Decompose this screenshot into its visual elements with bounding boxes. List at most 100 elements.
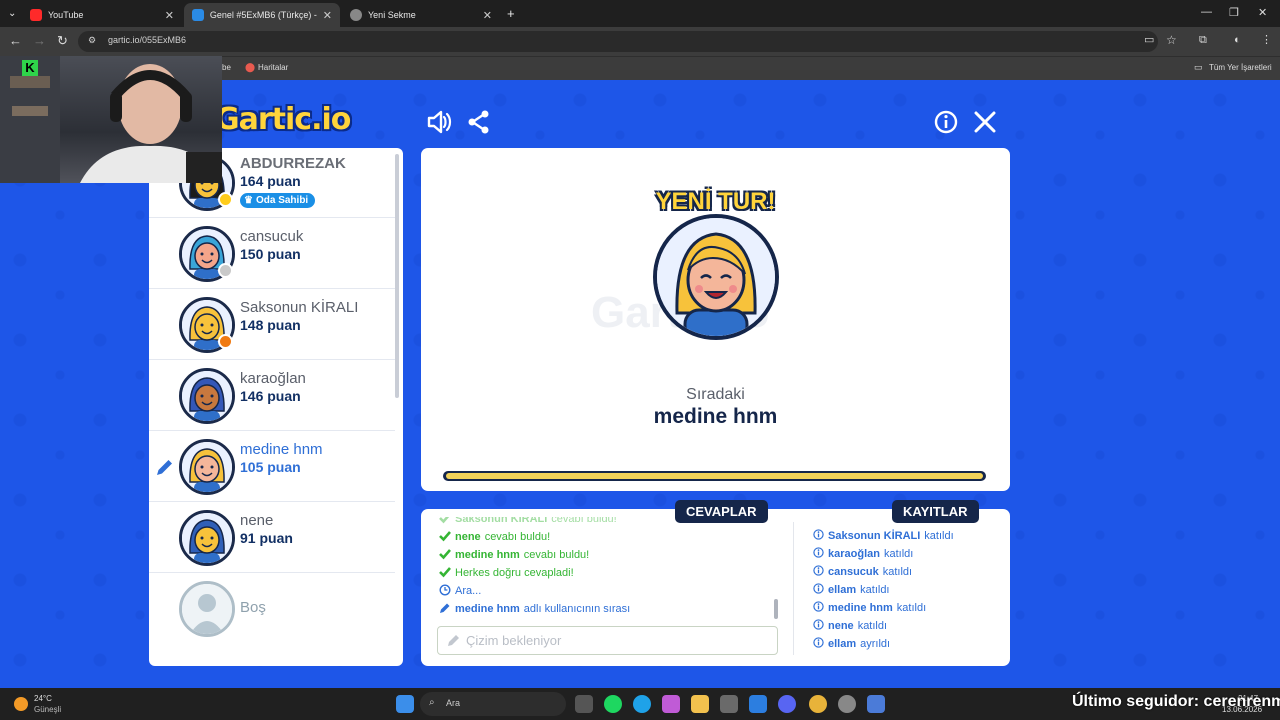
info-icon xyxy=(813,547,824,561)
player-score: 148 puan xyxy=(240,317,301,333)
bookmark-star-icon[interactable]: ☆ xyxy=(1166,34,1177,47)
extensions-icon[interactable]: ⧉ xyxy=(1199,34,1207,47)
tab-label: Yeni Sekme xyxy=(368,10,416,20)
bookmark-youtube[interactable]: be xyxy=(222,63,231,72)
tab-logs[interactable]: KAYITLAR xyxy=(892,500,979,523)
clock-icon xyxy=(439,583,451,599)
copilot-icon[interactable] xyxy=(662,695,680,713)
profile-icon[interactable]: ◐ xyxy=(1234,34,1241,47)
player-row[interactable]: Saksonun KİRALI 148 puan xyxy=(149,289,395,360)
obs-icon[interactable] xyxy=(838,695,856,713)
cast-icon[interactable]: ▭ xyxy=(1144,34,1154,47)
all-bookmarks[interactable]: Tüm Yer İşaretleri xyxy=(1209,63,1272,72)
answer-message: Ara... xyxy=(439,582,779,600)
answer-input[interactable]: Çizim bekleniyor xyxy=(437,626,778,655)
player-row[interactable]: karaoğlan 146 puan xyxy=(149,360,395,431)
info-icon xyxy=(813,601,824,615)
player-row[interactable]: cansucuk 150 puan xyxy=(149,218,395,289)
taskbar-search[interactable]: ⌕ Ara xyxy=(420,692,566,716)
log-action: katıldı xyxy=(883,548,914,560)
address-bar-row: ← → ↻ ⚙ gartic.io/055ExMB6 ▭ ☆ ⧉ ◐ ⋮ xyxy=(0,27,1280,56)
log-action: katıldı xyxy=(857,620,888,632)
maximize-icon[interactable]: ❐ xyxy=(1229,6,1239,19)
player-name: karaoğlan xyxy=(240,370,306,387)
reload-icon[interactable]: ↻ xyxy=(57,34,68,47)
tab-gartic[interactable]: Genel #5ExMB6 (Türkçe) - G ✕ xyxy=(184,3,340,27)
mail-icon[interactable] xyxy=(749,695,767,713)
player-row[interactable]: nene 91 puan xyxy=(149,502,395,573)
url-input[interactable]: ⚙ gartic.io/055ExMB6 xyxy=(78,31,1158,52)
round-timer-bar xyxy=(443,471,986,481)
answer-message: nene cevabı buldu! xyxy=(439,528,779,546)
windows-start-icon[interactable] xyxy=(396,695,414,713)
player-name: ABDURREZAK xyxy=(240,155,346,172)
store-icon[interactable] xyxy=(720,695,738,713)
status-dot xyxy=(218,263,233,278)
close-icon[interactable] xyxy=(971,108,999,136)
info-icon xyxy=(813,619,824,633)
gartic-icon xyxy=(192,9,204,21)
log-player-name: nene xyxy=(828,620,854,632)
info-icon xyxy=(813,529,824,543)
site-info-icon[interactable]: ⚙ xyxy=(88,35,96,46)
spotify-icon[interactable] xyxy=(604,695,622,713)
player-row[interactable]: medine hnm 105 puan xyxy=(149,431,395,502)
player-list-scrollbar[interactable] xyxy=(395,154,399,398)
sound-icon[interactable] xyxy=(425,108,453,136)
answer-player-name: medine hnm xyxy=(455,549,520,561)
player-score: 164 puan xyxy=(240,173,301,189)
edge-icon[interactable] xyxy=(633,695,651,713)
answer-text: cevabı buldu! xyxy=(551,517,617,525)
back-icon[interactable]: ← xyxy=(9,34,22,47)
tab-search-icon[interactable]: ⌄ xyxy=(8,8,16,19)
bookmark-maps[interactable]: Haritalar xyxy=(258,63,288,72)
minimize-icon[interactable]: — xyxy=(1201,6,1212,18)
answer-player-name: Saksonun KİRALI xyxy=(455,517,548,525)
chrome-taskbar-icon[interactable] xyxy=(809,695,827,713)
room-owner-badge-label: Oda Sahibi xyxy=(255,195,309,206)
log-action: katıldı xyxy=(860,584,890,596)
log-action: katıldı xyxy=(896,602,927,614)
gartic-logo[interactable]: Gartic.io xyxy=(215,102,351,137)
discord-icon[interactable] xyxy=(778,695,796,713)
answer-text: Ara... xyxy=(455,585,482,597)
player-row[interactable]: Boş xyxy=(149,573,395,644)
log-entry: nene katıldı xyxy=(813,617,1003,635)
log-action: ayrıldı xyxy=(860,638,891,650)
tab-label: YouTube xyxy=(48,10,84,20)
forward-icon[interactable]: → xyxy=(33,34,46,47)
new-round-title: YENİ TUR! xyxy=(655,188,776,215)
log-player-name: karaoğlan xyxy=(828,548,880,560)
info-icon xyxy=(813,565,824,579)
search-label: Ara xyxy=(446,698,461,708)
player-score: 105 puan xyxy=(240,459,301,475)
tab-youtube[interactable]: YouTube ✕ xyxy=(22,3,182,27)
task-view-icon[interactable] xyxy=(575,695,593,713)
close-tab-icon[interactable]: ✕ xyxy=(165,9,174,22)
answer-text: cevabı buldu! xyxy=(523,549,590,561)
status-dot xyxy=(218,334,233,349)
info-icon[interactable] xyxy=(932,108,960,136)
share-icon[interactable] xyxy=(465,108,493,136)
close-window-icon[interactable]: ✕ xyxy=(1258,6,1267,19)
youtube-icon xyxy=(30,9,42,21)
answer-text: adlı kullanıcının sırası xyxy=(523,603,631,615)
tab-new[interactable]: Yeni Sekme ✕ xyxy=(342,3,500,27)
log-entry: karaoğlan katıldı xyxy=(813,545,1003,563)
panel-divider xyxy=(793,522,794,655)
crown-icon: ♛ xyxy=(244,195,253,206)
menu-icon[interactable]: ⋮ xyxy=(1261,34,1272,47)
answers-scrollbar[interactable] xyxy=(774,599,778,619)
player-score: 150 puan xyxy=(240,246,301,262)
answer-message: Herkes doğru cevapladi! xyxy=(439,564,779,582)
kick-logo: K xyxy=(22,60,38,76)
log-entry: cansucuk katıldı xyxy=(813,563,1003,581)
close-tab-icon[interactable]: ✕ xyxy=(483,9,492,22)
file-explorer-icon[interactable] xyxy=(691,695,709,713)
new-tab-button[interactable]: + xyxy=(507,6,515,21)
app-icon[interactable] xyxy=(867,695,885,713)
close-tab-icon[interactable]: ✕ xyxy=(323,9,332,22)
player-name: nene xyxy=(240,512,274,529)
next-label: Sıradaki xyxy=(686,386,745,403)
log-player-name: ellam xyxy=(828,584,857,596)
